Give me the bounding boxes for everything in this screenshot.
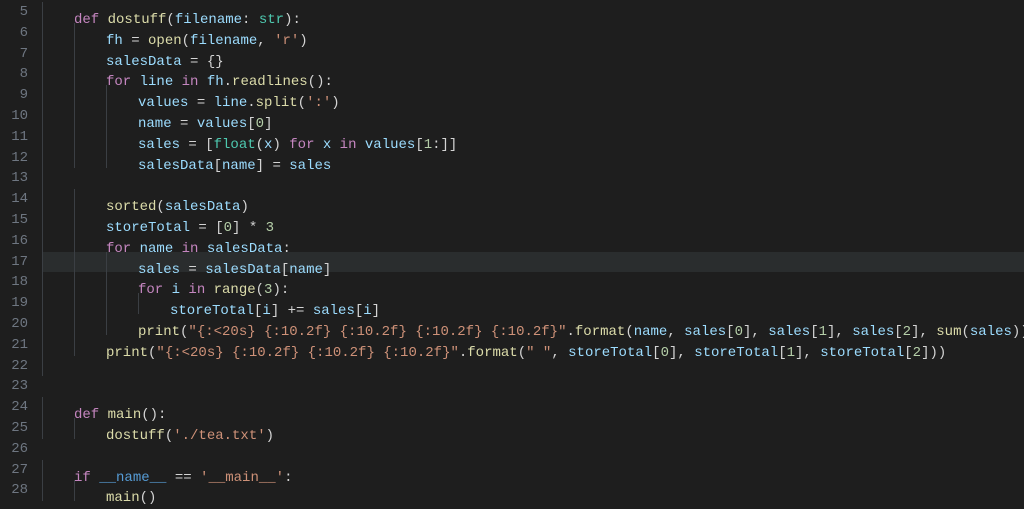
- line-number: 23: [0, 376, 28, 397]
- code-line[interactable]: salesData[name] = sales: [42, 148, 1024, 169]
- line-number: 15: [0, 210, 28, 231]
- code-line[interactable]: fh = open(filename, 'r'): [42, 23, 1024, 44]
- line-number: 14: [0, 189, 28, 210]
- line-number: 13: [0, 168, 28, 189]
- code-line[interactable]: if __name__ == '__main__':: [42, 460, 1024, 481]
- line-number: 26: [0, 439, 28, 460]
- line-number: 20: [0, 314, 28, 335]
- line-number: 16: [0, 231, 28, 252]
- code-line[interactable]: [42, 356, 1024, 377]
- line-number: 27: [0, 460, 28, 481]
- code-line[interactable]: sorted(salesData): [42, 189, 1024, 210]
- line-number: 5: [0, 2, 28, 23]
- code-line[interactable]: def dostuff(filename: str):: [42, 2, 1024, 23]
- line-number: 18: [0, 272, 28, 293]
- code-line[interactable]: dostuff('./tea.txt'): [42, 418, 1024, 439]
- line-number: 24: [0, 397, 28, 418]
- code-line[interactable]: def main():: [42, 397, 1024, 418]
- code-line[interactable]: for name in salesData:: [42, 231, 1024, 252]
- code-area[interactable]: def dostuff(filename: str):fh = open(fil…: [42, 2, 1024, 501]
- line-number: 9: [0, 85, 28, 106]
- code-line[interactable]: print("{:<20s} {:10.2f} {:10.2f} {:10.2f…: [42, 314, 1024, 335]
- line-number: 28: [0, 480, 28, 501]
- line-number: 7: [0, 44, 28, 65]
- line-number: 10: [0, 106, 28, 127]
- code-line[interactable]: storeTotal[i] += sales[i]: [42, 293, 1024, 314]
- line-number: 6: [0, 23, 28, 44]
- line-number: 17: [0, 252, 28, 273]
- code-line[interactable]: sales = salesData[name]: [42, 252, 1024, 273]
- code-line[interactable]: [42, 376, 1024, 397]
- line-number-gutter: 5678910111213141516171819202122232425262…: [0, 2, 42, 501]
- line-number: 12: [0, 148, 28, 169]
- code-line[interactable]: [42, 439, 1024, 460]
- code-line[interactable]: name = values[0]: [42, 106, 1024, 127]
- line-number: 21: [0, 335, 28, 356]
- line-number: 8: [0, 64, 28, 85]
- code-line[interactable]: for i in range(3):: [42, 272, 1024, 293]
- line-number: 11: [0, 127, 28, 148]
- code-line[interactable]: for line in fh.readlines():: [42, 64, 1024, 85]
- code-line[interactable]: salesData = {}: [42, 44, 1024, 65]
- code-line[interactable]: storeTotal = [0] * 3: [42, 210, 1024, 231]
- line-number: 22: [0, 356, 28, 377]
- code-line[interactable]: main(): [42, 480, 1024, 501]
- code-editor[interactable]: 5678910111213141516171819202122232425262…: [0, 0, 1024, 501]
- line-number: 19: [0, 293, 28, 314]
- line-number: 25: [0, 418, 28, 439]
- code-line[interactable]: [42, 168, 1024, 189]
- code-line[interactable]: print("{:<20s} {:10.2f} {:10.2f} {:10.2f…: [42, 335, 1024, 356]
- code-line[interactable]: sales = [float(x) for x in values[1:]]: [42, 127, 1024, 148]
- code-line[interactable]: values = line.split(':'): [42, 85, 1024, 106]
